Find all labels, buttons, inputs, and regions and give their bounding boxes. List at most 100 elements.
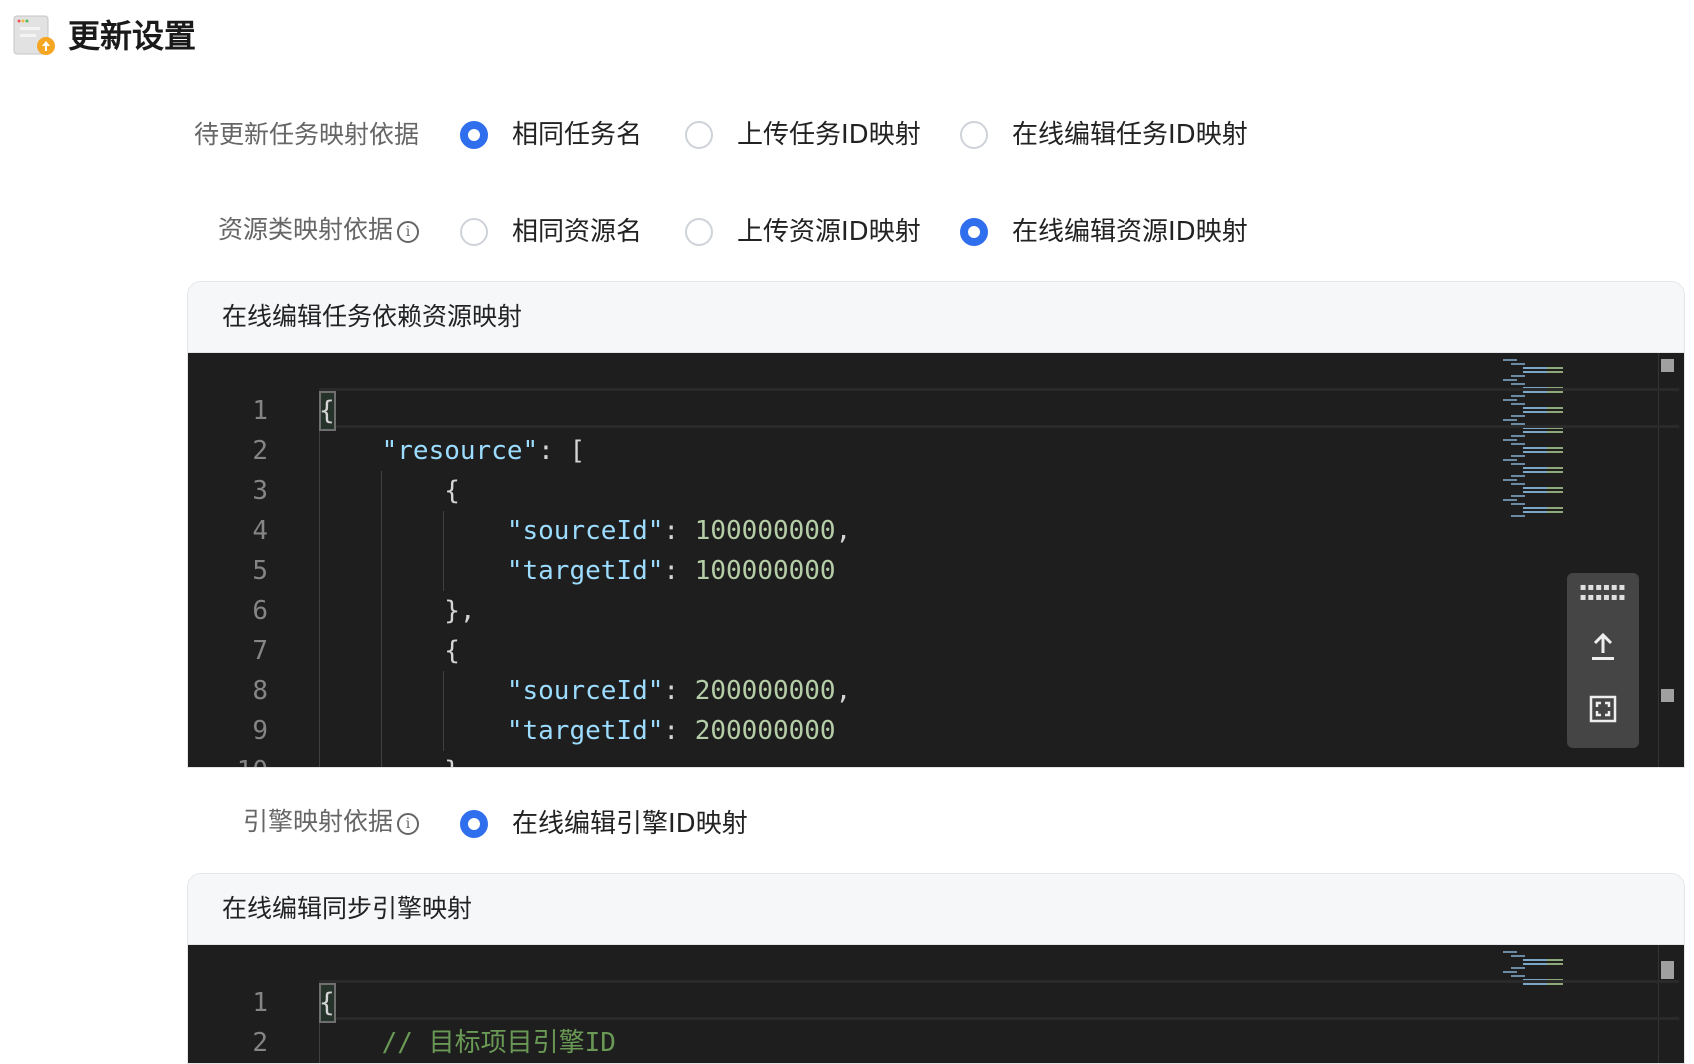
scrollbar-thumb[interactable] [1661, 359, 1674, 372]
line-number: 8 [252, 676, 268, 706]
code-token-key: "targetId" [506, 716, 664, 746]
resource-mapping-panel: 在线编辑任务依赖资源映射 ▪▪▪▪▪▪ ▪▪▪▪▪▪ 1{2 "resource"… [187, 281, 1685, 768]
code-token-key: "sourceId" [506, 676, 664, 706]
info-icon[interactable]: i [397, 221, 419, 243]
radio-circle[interactable] [460, 810, 488, 838]
code-token-punc: } [319, 756, 460, 767]
engine-mapping-label: 引擎映射依据 i [19, 805, 419, 839]
code-line[interactable]: 2 "resource": [ [188, 431, 1488, 471]
line-number: 5 [252, 556, 268, 586]
task-mapping-label: 待更新任务映射依据 [193, 120, 419, 149]
radio-upload-resource-id[interactable]: 上传资源ID映射 [685, 215, 921, 249]
code-token-key: "resource" [381, 436, 539, 466]
code-line[interactable]: 2 // 目标项目引擎ID [188, 1023, 1488, 1063]
page-title: 更新设置 [68, 17, 197, 55]
code-token-punc [319, 436, 382, 466]
engine-mapping-panel: 在线编辑同步引擎映射 1{2 // 目标项目引擎ID [187, 873, 1685, 1064]
minimap-line [1511, 483, 1525, 485]
minimap-line [1511, 463, 1525, 465]
code-text: "resource": [ [319, 431, 586, 471]
minimap-line [1511, 975, 1525, 977]
radio-circle[interactable] [960, 218, 988, 246]
code-line[interactable]: 7 { [188, 631, 1488, 671]
code-token-comment: // 目标项目引擎ID [381, 1028, 616, 1058]
radio-circle[interactable] [960, 121, 988, 149]
radio-circle[interactable] [685, 218, 713, 246]
radio-same-resource-name[interactable]: 相同资源名 [460, 215, 642, 249]
minimap-line [1523, 471, 1563, 473]
code-token-punc: : [663, 516, 695, 546]
drag-handle-icon[interactable]: ▪▪▪▪▪▪ ▪▪▪▪▪▪ [1567, 583, 1639, 603]
code-text: { [319, 983, 335, 1023]
radio-circle[interactable] [460, 121, 488, 149]
code-line[interactable]: 1{ [188, 391, 1488, 431]
minimap-line [1523, 487, 1563, 489]
radio-circle[interactable] [685, 121, 713, 149]
line-number: 10 [188, 751, 268, 767]
line-number: 4 [252, 516, 268, 546]
radio-label: 在线编辑引擎ID映射 [512, 809, 748, 839]
code-text: { [319, 471, 460, 511]
code-text: // 目标项目引擎ID [319, 1023, 616, 1063]
minimap-line [1511, 955, 1525, 957]
code-line[interactable]: 4 "sourceId": 100000000, [188, 511, 1488, 551]
minimap-line [1511, 503, 1525, 505]
radio-online-edit-engine-id[interactable]: 在线编辑引擎ID映射 [460, 807, 748, 841]
code-editor[interactable]: ▪▪▪▪▪▪ ▪▪▪▪▪▪ 1{2 "resource": [3 {4 "sour… [188, 353, 1684, 767]
code-text: } [319, 751, 460, 767]
minimap-line [1503, 971, 1517, 973]
code-line[interactable]: 10 } [188, 751, 1488, 767]
minimap-line [1511, 455, 1525, 457]
scroll-marker [1661, 689, 1674, 702]
code-line[interactable]: 6 }, [188, 591, 1488, 631]
scrollbar-thumb[interactable] [1661, 961, 1674, 979]
code-text: { [319, 631, 460, 671]
minimap-line [1503, 379, 1517, 381]
code-token-num: 200000000 [694, 716, 836, 746]
fullscreen-icon[interactable] [1567, 695, 1639, 727]
code-token-key: "targetId" [506, 556, 664, 586]
update-settings-icon [12, 14, 56, 56]
code-token-punc [319, 516, 507, 546]
line-number: 2 [252, 436, 268, 466]
code-token-punc: { [319, 396, 335, 426]
label-text: 引擎映射依据 [242, 807, 393, 836]
minimap-line [1511, 435, 1525, 437]
line-number: 6 [252, 596, 268, 626]
minimap-line [1503, 951, 1517, 953]
code-text: "sourceId": 200000000, [319, 671, 851, 711]
code-text: { [319, 391, 335, 431]
radio-online-edit-resource-id[interactable]: 在线编辑资源ID映射 [960, 215, 1248, 249]
minimap-line [1523, 467, 1563, 469]
minimap-line [1511, 443, 1525, 445]
radio-upload-task-id[interactable]: 上传任务ID映射 [685, 118, 921, 152]
radio-label: 上传资源ID映射 [737, 217, 921, 247]
radio-same-task-name[interactable]: 相同任务名 [460, 118, 642, 152]
code-editor[interactable]: 1{2 // 目标项目引擎ID [188, 945, 1684, 1063]
minimap-line [1523, 451, 1563, 453]
info-icon[interactable]: i [397, 813, 419, 835]
minimap-line [1511, 515, 1525, 517]
minimap-line [1511, 495, 1525, 497]
minimap-line [1523, 491, 1563, 493]
minimap-line [1511, 967, 1525, 969]
radio-online-edit-task-id[interactable]: 在线编辑任务ID映射 [960, 118, 1248, 152]
minimap-line [1523, 511, 1563, 513]
minimap-line [1511, 475, 1525, 477]
code-line[interactable]: 9 "targetId": 200000000 [188, 711, 1488, 751]
minimap-line [1503, 359, 1517, 361]
radio-circle[interactable] [460, 218, 488, 246]
upload-icon[interactable] [1567, 631, 1639, 667]
code-line[interactable]: 5 "targetId": 100000000 [188, 551, 1488, 591]
code-text: "sourceId": 100000000, [319, 511, 851, 551]
code-line[interactable]: 1{ [188, 983, 1488, 1023]
code-line[interactable]: 8 "sourceId": 200000000, [188, 671, 1488, 711]
code-token-punc: : [ [538, 436, 586, 466]
code-token-punc: }, [319, 596, 476, 626]
radio-label: 相同资源名 [512, 217, 643, 247]
code-line[interactable]: 3 { [188, 471, 1488, 511]
minimap[interactable] [1501, 353, 1581, 521]
minimap-line [1511, 363, 1525, 365]
line-number: 1 [252, 396, 268, 426]
minimap-line [1523, 507, 1563, 509]
